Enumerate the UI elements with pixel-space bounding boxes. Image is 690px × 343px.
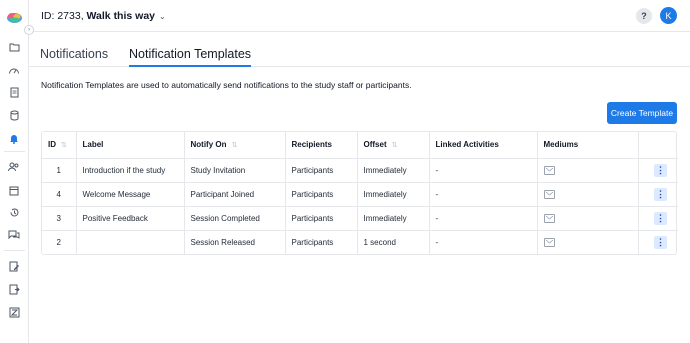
cell-notify-on: Session Completed [184, 206, 286, 231]
cell-label: Welcome Message [76, 182, 185, 207]
users-icon[interactable] [7, 160, 21, 174]
help-button[interactable]: ? [636, 8, 652, 24]
page-description: Notification Templates are used to autom… [41, 80, 412, 90]
cell-recipients: Participants [285, 182, 358, 207]
col-header-notify-on[interactable]: Notify On ⇅ [184, 132, 286, 159]
cell-offset: 1 second [357, 230, 430, 254]
cell-actions: ⋮ [638, 158, 678, 183]
top-header: ID: 2733, Walk this way ⌄ ? K [29, 0, 690, 32]
cell-linked-activities: - [429, 230, 538, 254]
cell-recipients: Participants [285, 206, 358, 231]
col-header-id[interactable]: ID ⇅ [42, 132, 77, 159]
cell-offset: Immediately [357, 182, 430, 207]
col-header-actions [638, 132, 678, 159]
sort-icon[interactable]: ⇅ [392, 142, 398, 149]
cell-offset: Immediately [357, 206, 430, 231]
col-header-label: Label [76, 132, 185, 159]
table-header-row: ID ⇅ Label Notify On ⇅ Recipients Offset ⇅ … [42, 132, 678, 159]
sidebar-expand-toggle[interactable]: › [24, 25, 34, 35]
sidebar-divider [4, 250, 25, 251]
cell-actions: ⋮ [638, 230, 678, 254]
edit-document-icon[interactable] [7, 259, 21, 273]
cell-label [76, 230, 185, 254]
cell-id: 2 [42, 230, 77, 254]
cell-actions: ⋮ [638, 206, 678, 231]
avatar[interactable]: K [660, 7, 677, 24]
col-header-offset[interactable]: Offset ⇅ [357, 132, 430, 159]
mail-icon [543, 189, 555, 199]
sort-icon[interactable]: ⇅ [61, 142, 67, 149]
cell-notify-on: Study Invitation [184, 158, 286, 183]
col-header-linked-activities: Linked Activities [429, 132, 538, 159]
more-options-icon[interactable]: ⋮ [654, 211, 667, 225]
chevron-down-icon: ⌄ [159, 12, 166, 21]
bell-icon[interactable] [7, 131, 21, 145]
cell-recipients: Participants [285, 230, 358, 254]
study-selector[interactable]: ID: 2733, Walk this way ⌄ [41, 10, 166, 22]
app-logo-icon[interactable] [6, 9, 23, 26]
table-row[interactable]: 1 Introduction if the study Study Invita… [42, 158, 678, 183]
folder-icon[interactable] [7, 40, 21, 54]
mail-icon [543, 165, 555, 175]
study-id: ID: 2733, [41, 10, 87, 22]
dashboard-icon[interactable] [7, 63, 21, 77]
sidebar: › [0, 0, 34, 343]
mail-icon [543, 237, 555, 247]
more-options-icon[interactable]: ⋮ [654, 235, 667, 249]
table-row[interactable]: 2 Session Released Participants 1 second… [42, 230, 678, 254]
calendar-icon[interactable] [7, 183, 21, 197]
sidebar-divider [4, 151, 25, 152]
table-row[interactable]: 3 Positive Feedback Session Completed Pa… [42, 206, 678, 231]
cell-offset: Immediately [357, 158, 430, 183]
study-name: Walk this way [86, 10, 155, 22]
zeta-icon[interactable] [7, 305, 21, 319]
cell-id: 1 [42, 158, 77, 183]
table-row[interactable]: 4 Welcome Message Participant Joined Par… [42, 182, 678, 207]
cell-recipients: Participants [285, 158, 358, 183]
col-header-mediums: Mediums [537, 132, 639, 159]
templates-table: ID ⇅ Label Notify On ⇅ Recipients Offset ⇅ … [41, 131, 678, 255]
sort-icon[interactable]: ⇅ [232, 142, 238, 149]
cell-id: 4 [42, 182, 77, 207]
document-icon[interactable] [7, 85, 21, 99]
tab-notifications[interactable]: Notifications [40, 47, 108, 65]
cell-linked-activities: - [429, 158, 538, 183]
create-template-button[interactable]: Create Template [607, 102, 677, 124]
cell-actions: ⋮ [638, 182, 678, 207]
cell-linked-activities: - [429, 182, 538, 207]
cell-linked-activities: - [429, 206, 538, 231]
tab-notification-templates[interactable]: Notification Templates [129, 47, 252, 67]
cell-label: Introduction if the study [76, 158, 185, 183]
cell-notify-on: Participant Joined [184, 182, 286, 207]
database-icon[interactable] [7, 108, 21, 122]
cell-label: Positive Feedback [76, 206, 185, 231]
cell-id: 3 [42, 206, 77, 231]
tab-bar: Notifications Notification Templates [29, 33, 690, 67]
more-options-icon[interactable]: ⋮ [654, 163, 667, 177]
chat-icon[interactable] [7, 228, 21, 242]
cell-mediums [537, 230, 639, 254]
export-document-icon[interactable] [7, 282, 21, 296]
cell-mediums [537, 182, 639, 207]
mail-icon [543, 213, 555, 223]
col-header-recipients: Recipients [285, 132, 358, 159]
cell-notify-on: Session Released [184, 230, 286, 254]
more-options-icon[interactable]: ⋮ [654, 187, 667, 201]
history-icon[interactable] [7, 205, 21, 219]
cell-mediums [537, 158, 639, 183]
cell-mediums [537, 206, 639, 231]
